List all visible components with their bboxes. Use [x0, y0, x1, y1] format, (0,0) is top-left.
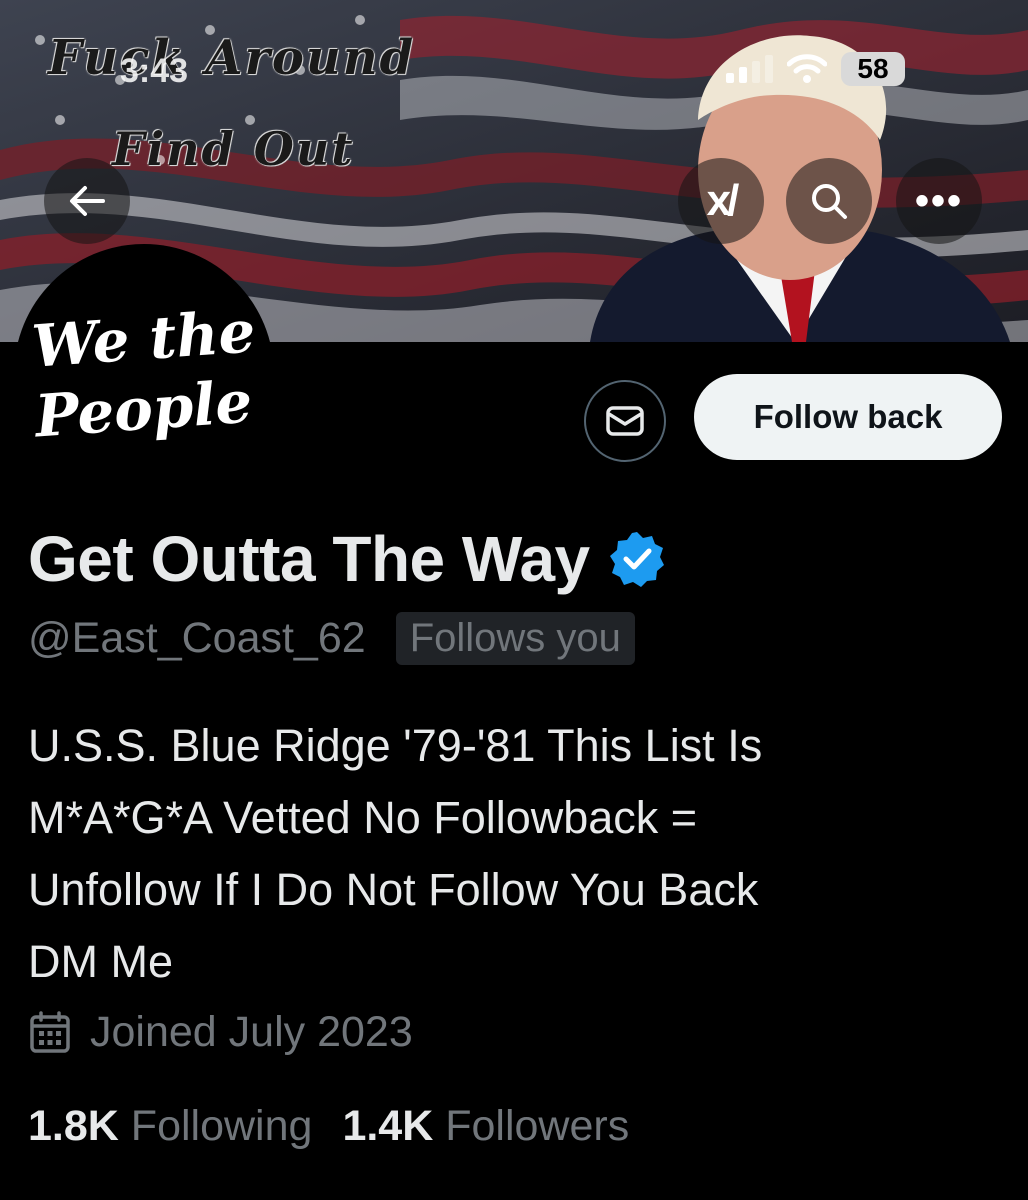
- xai-grok-icon: x/: [706, 176, 740, 225]
- following-count: 1.8K: [28, 1102, 119, 1150]
- bio-line: Unfollow If I Do Not Follow You Back: [28, 864, 759, 915]
- more-icon: •••: [914, 178, 963, 223]
- followers-count: 1.4K: [342, 1102, 434, 1150]
- handle-row: @East_Coast_62 Follows you: [28, 612, 635, 665]
- following-link[interactable]: 1.8K Following: [28, 1102, 312, 1151]
- search-button[interactable]: [786, 158, 872, 244]
- back-button[interactable]: [44, 158, 130, 244]
- arrow-left-icon: [70, 186, 105, 216]
- following-label: Following: [130, 1102, 313, 1150]
- joined-date-row: Joined July 2023: [28, 1008, 413, 1057]
- grok-button[interactable]: x/: [678, 158, 764, 244]
- message-button[interactable]: [584, 380, 666, 462]
- bio-line: DM Me: [28, 936, 173, 987]
- verified-badge-icon[interactable]: [608, 530, 666, 588]
- display-name: Get Outta The Way: [28, 523, 590, 595]
- more-options-button[interactable]: •••: [896, 158, 982, 244]
- follows-you-badge: Follows you: [395, 612, 635, 665]
- wifi-icon: [787, 54, 827, 83]
- bio: U.S.S. Blue Ridge '79-'81 This List Is M…: [28, 710, 988, 998]
- followers-label: Followers: [445, 1102, 630, 1150]
- bio-line: M*A*G*A Vetted No Followback =: [28, 792, 698, 843]
- bio-line: U.S.S. Blue Ridge '79-'81 This List Is: [28, 720, 763, 771]
- avatar[interactable]: We the People: [14, 244, 274, 504]
- search-icon: [812, 184, 847, 219]
- joined-date: Joined July 2023: [90, 1008, 413, 1056]
- battery-indicator: 58: [841, 52, 905, 86]
- calendar-icon: [30, 1010, 70, 1053]
- avatar-text-line-2: People: [33, 367, 255, 451]
- profile-name-row: Get Outta The Way: [28, 522, 666, 596]
- status-time: 3:43: [120, 52, 189, 90]
- status-icons: 58: [726, 52, 905, 86]
- banner-title-line-2: Find Out: [112, 122, 355, 176]
- follow-back-button[interactable]: Follow back: [694, 374, 1002, 460]
- follow-stats: 1.8K Following 1.4K Followers: [28, 1102, 629, 1151]
- banner-title-line-1: Fuck Around: [48, 30, 416, 86]
- followers-link[interactable]: 1.4K Followers: [342, 1102, 629, 1151]
- user-handle: @East_Coast_62: [28, 614, 366, 662]
- cellular-signal-icon: [726, 55, 773, 83]
- envelope-icon: [606, 406, 644, 436]
